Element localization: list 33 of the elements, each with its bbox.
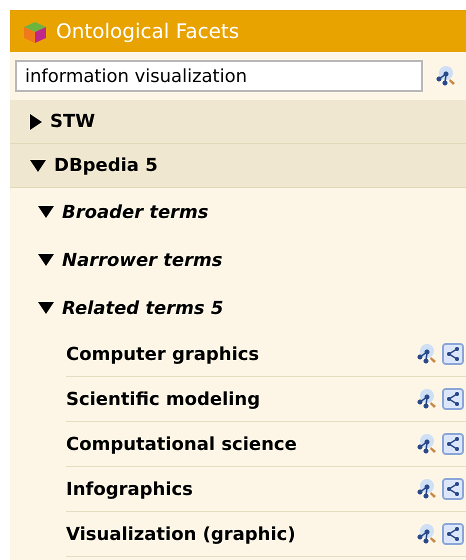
network-icon [446, 482, 460, 496]
term-label[interactable]: Visualization (graphic) [66, 520, 416, 548]
graph-search-icon[interactable] [416, 388, 438, 410]
graph-button[interactable] [442, 343, 464, 365]
graph-search-icon[interactable] [416, 433, 438, 455]
graph-button[interactable] [442, 433, 464, 455]
search-field[interactable]: information visualization [15, 60, 423, 92]
graph-button[interactable] [442, 388, 464, 410]
section-label[interactable]: Broader terms [62, 198, 209, 226]
facet-label[interactable]: DBpedia 5 [54, 152, 158, 179]
graph-search-icon[interactable] [435, 65, 457, 87]
graph-button[interactable] [442, 478, 464, 500]
graph-search-icon[interactable] [416, 523, 438, 545]
term-label[interactable]: Scientific modeling [66, 386, 416, 412]
facet-label[interactable]: STW [50, 108, 96, 135]
caret-right-icon[interactable] [30, 114, 42, 130]
term-label[interactable]: Infographics [66, 476, 416, 502]
caret-down-icon[interactable] [38, 206, 54, 218]
graph-button[interactable] [442, 523, 464, 545]
network-icon [446, 437, 460, 451]
section-label[interactable]: Narrower terms [62, 246, 222, 274]
caret-down-icon[interactable] [30, 160, 46, 172]
caret-down-icon[interactable] [38, 302, 54, 314]
term-label[interactable]: Computational science [66, 430, 416, 458]
term-label[interactable]: Computer graphics [66, 340, 416, 368]
section-label[interactable]: Related terms 5 [62, 294, 224, 322]
caret-down-icon[interactable] [38, 254, 54, 266]
network-icon [446, 527, 460, 541]
graph-search-icon[interactable] [416, 343, 438, 365]
panel-title: Ontological Facets [56, 18, 240, 45]
network-icon [446, 347, 460, 361]
network-icon [446, 392, 460, 406]
graph-search-icon[interactable] [416, 478, 438, 500]
